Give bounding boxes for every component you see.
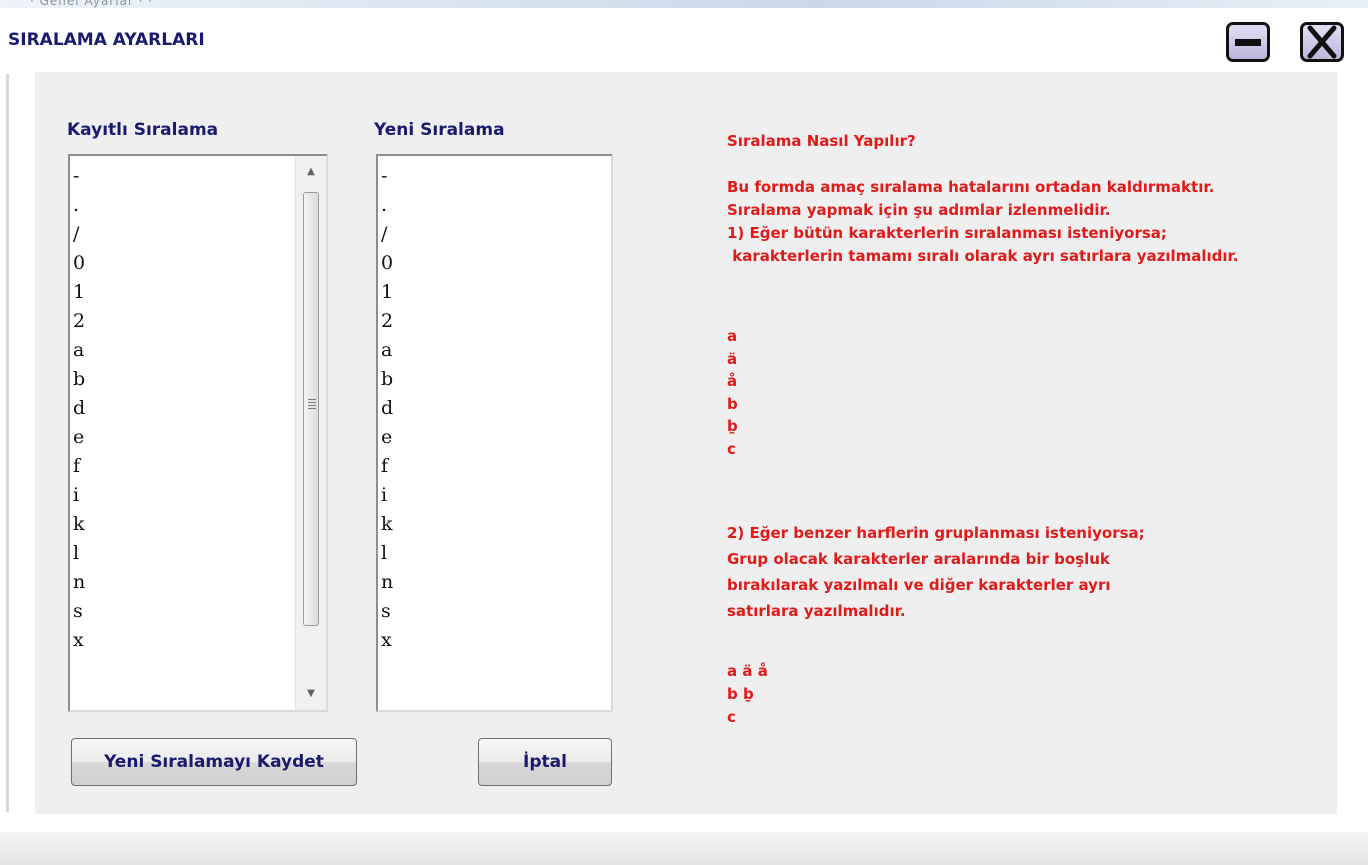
- help-line: ä: [727, 349, 738, 368]
- new-sort-item: 0: [381, 252, 394, 274]
- new-sort-item: 1: [381, 281, 394, 303]
- saved-sort-item: 2: [73, 310, 86, 332]
- help-step-2: 2) Eğer benzer harflerin gruplanması ist…: [727, 522, 1145, 626]
- saved-sort-item: 1: [73, 281, 86, 303]
- new-sort-item: /: [381, 223, 388, 245]
- saved-sort-item: 0: [73, 252, 86, 274]
- saved-sort-item: e: [73, 426, 85, 448]
- saved-sort-item: x: [73, 629, 84, 651]
- saved-sort-item: l: [73, 542, 80, 564]
- new-sort-item: x: [381, 629, 392, 651]
- window-top-strip: · Genel Ayarlar · ·: [0, 0, 1368, 8]
- saved-sort-item: /: [73, 223, 80, 245]
- help-title: Sıralama Nasıl Yapılır?: [727, 132, 916, 150]
- saved-sort-item: k: [73, 513, 85, 535]
- new-sort-item: f: [381, 455, 389, 477]
- minimize-button[interactable]: [1226, 22, 1270, 62]
- saved-sort-items: -. / 0 1 2 a b d e f i k l n s x: [73, 162, 85, 655]
- help-line: bırakılarak yazılmalı ve diğer karakterl…: [727, 576, 1111, 594]
- bottom-bar: [0, 832, 1368, 865]
- new-sort-items: -. / 0 1 2 a b d e f i k l n s x: [381, 162, 393, 655]
- new-sort-item: a: [381, 339, 393, 361]
- help-line: a ä å: [727, 662, 768, 680]
- new-sort-item: s: [381, 600, 391, 622]
- new-sort-item: e: [381, 426, 393, 448]
- help-line: 2) Eğer benzer harflerin gruplanması ist…: [727, 524, 1145, 542]
- cancel-button[interactable]: İptal: [478, 738, 612, 786]
- help-line: satırlara yazılmalıdır.: [727, 602, 906, 620]
- new-sort-item: n: [381, 571, 394, 593]
- save-new-sort-button[interactable]: Yeni Sıralamayı Kaydet: [71, 738, 357, 786]
- help-line: a: [727, 327, 738, 345]
- scroll-grip-icon: [308, 399, 316, 411]
- help-line: c: [727, 439, 736, 458]
- help-line: 1) Eğer bütün karakterlerin sıralanması …: [727, 224, 1167, 242]
- help-line: c: [727, 708, 736, 726]
- help-line: karakterlerin tamamı sıralı olarak ayrı …: [727, 247, 1239, 265]
- close-icon: [1307, 25, 1337, 59]
- saved-sort-item: -: [73, 165, 80, 187]
- help-example-1: aäåbḇc: [727, 325, 738, 460]
- help-intro: Bu formda amaç sıralama hatalarını ortad…: [727, 176, 1238, 268]
- top-strip-text: · Genel Ayarlar · ·: [30, 0, 154, 8]
- saved-sort-item: a: [73, 339, 85, 361]
- scroll-thumb[interactable]: [303, 192, 319, 626]
- saved-sort-item: s: [73, 600, 83, 622]
- new-sort-item: l: [381, 542, 388, 564]
- new-sort-item: -: [381, 165, 388, 187]
- help-line: b ḇ: [727, 685, 754, 703]
- new-sort-item: b: [381, 368, 394, 390]
- help-example-2: a ä å b ḇ c: [727, 660, 768, 729]
- new-sort-label: Yeni Sıralama: [374, 120, 505, 140]
- new-sort-item: i: [381, 484, 388, 506]
- scroll-up-icon[interactable]: ▲: [296, 160, 326, 184]
- saved-sort-item: b: [73, 368, 86, 390]
- help-line: ḇ: [727, 417, 738, 435]
- saved-sort-item: d: [73, 397, 86, 419]
- help-line: Grup olacak karakterler aralarında bir b…: [727, 550, 1110, 568]
- saved-sort-scrollbar[interactable]: ▲ ▼: [295, 156, 326, 710]
- help-line: å: [727, 372, 738, 390]
- saved-sort-item: i: [73, 484, 80, 506]
- new-sort-item: 2: [381, 310, 394, 332]
- new-sort-textarea[interactable]: -. / 0 1 2 a b d e f i k l n s x: [376, 154, 613, 712]
- help-line: b: [727, 394, 738, 413]
- close-button[interactable]: [1300, 22, 1344, 62]
- window-title: SIRALAMA AYARLARI: [8, 30, 205, 50]
- new-sort-item: .: [381, 194, 388, 216]
- saved-sort-item: f: [73, 455, 81, 477]
- new-sort-item: k: [381, 513, 393, 535]
- scroll-down-icon[interactable]: ▼: [296, 682, 326, 706]
- saved-sort-item: n: [73, 571, 86, 593]
- help-line: Sıralama yapmak için şu adımlar izlenmel…: [727, 201, 1111, 219]
- saved-sort-label: Kayıtlı Sıralama: [67, 120, 219, 140]
- saved-sort-item: .: [73, 194, 80, 216]
- saved-sort-list[interactable]: -. / 0 1 2 a b d e f i k l n s x ▲ ▼: [68, 154, 328, 712]
- help-line: Bu formda amaç sıralama hatalarını ortad…: [727, 178, 1215, 196]
- new-sort-item: d: [381, 397, 394, 419]
- window-left-edge: [6, 74, 9, 812]
